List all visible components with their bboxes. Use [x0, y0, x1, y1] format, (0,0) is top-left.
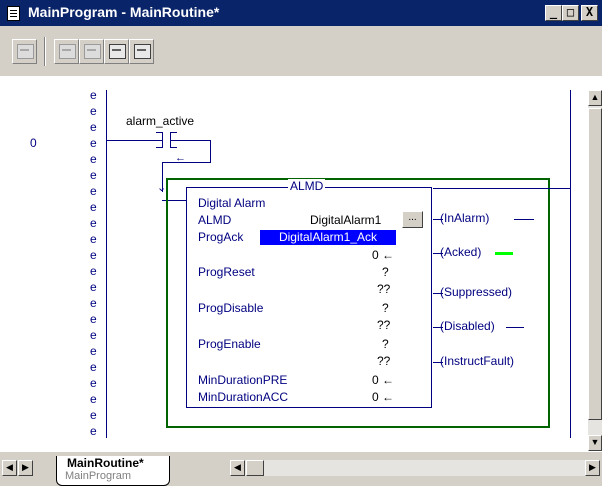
rung-marker: e	[90, 104, 97, 118]
branch-level-button[interactable]	[79, 39, 104, 64]
xio-button[interactable]	[129, 39, 154, 64]
branch-button[interactable]	[54, 39, 79, 64]
rung-marker: e	[90, 184, 97, 198]
hscroll-thumb[interactable]	[246, 460, 264, 476]
tab-scroll-left-icon[interactable]: ◀	[2, 460, 17, 476]
window-title: MainProgram - MainRoutine*	[28, 4, 220, 20]
rung-marker: e	[90, 424, 97, 438]
right-power-rail	[570, 90, 571, 438]
output-wire	[506, 327, 524, 328]
xic-contact[interactable]	[162, 132, 163, 148]
insertion-arrow-icon: ←	[175, 152, 186, 164]
rung-marker: e	[90, 264, 97, 278]
rung-marker: e	[90, 168, 97, 182]
scroll-thumb[interactable]	[588, 108, 602, 420]
rung-marker: e	[90, 152, 97, 166]
rung-marker: e	[90, 88, 97, 102]
ladder-editor[interactable]: ← ⌄ e e e e e e e e e e e e e e e e e e …	[14, 88, 588, 438]
rung-marker: e	[90, 408, 97, 422]
rung-button[interactable]	[12, 39, 37, 64]
left-power-rail	[106, 90, 107, 438]
row-value: 0 ←	[372, 248, 395, 262]
output-suppressed[interactable]: (Suppressed)	[440, 285, 512, 299]
row-label: ProgEnable	[198, 337, 261, 351]
rung-marker: e	[90, 232, 97, 246]
tab-routine-name: MainRoutine*	[67, 456, 144, 470]
scroll-up-icon[interactable]: ▲	[588, 90, 602, 106]
contact-top-left	[156, 132, 163, 133]
output-inalarm[interactable]: (InAlarm)	[440, 211, 489, 225]
browse-button[interactable]: ...	[402, 211, 423, 228]
block-description: Digital Alarm	[198, 196, 266, 210]
row-label: ProgReset	[198, 265, 255, 279]
output-acked[interactable]: (Acked)	[440, 245, 481, 259]
energized-wire	[495, 252, 513, 255]
row-label: ProgDisable	[198, 301, 264, 315]
rung-marker: e	[90, 296, 97, 310]
scroll-right-icon[interactable]: ▶	[585, 460, 600, 476]
rung-wire	[106, 140, 162, 141]
row-value[interactable]: 0 ←	[372, 373, 394, 387]
rung-marker: e	[90, 248, 97, 262]
rung-wire	[171, 140, 211, 141]
output-disabled[interactable]: (Disabled)	[440, 319, 495, 333]
rung-marker: e	[90, 200, 97, 214]
xic-button[interactable]	[104, 39, 129, 64]
rung-marker: e	[90, 376, 97, 390]
output-instructfault[interactable]: (InstructFault)	[440, 354, 514, 368]
scroll-down-icon[interactable]: ▼	[588, 435, 602, 451]
window-title-bar[interactable]: MainProgram - MainRoutine* _ □ X	[0, 0, 602, 26]
rung-wire	[210, 140, 211, 163]
contact-bottom-right	[170, 147, 177, 148]
rung-marker: e	[90, 344, 97, 358]
contact-bottom-left	[156, 147, 163, 148]
row-value: ??	[377, 318, 391, 332]
rung-marker: e	[90, 312, 97, 326]
output-wire	[433, 188, 571, 189]
close-button[interactable]: X	[581, 5, 598, 21]
rung-marker: e	[90, 136, 97, 150]
minimize-button[interactable]: _	[545, 5, 562, 21]
horizontal-scrollbar[interactable]: ◀ ▶	[230, 460, 600, 476]
rung-marker: e	[90, 360, 97, 374]
row-label: MinDurationACC	[198, 390, 289, 404]
row-label: ProgAck	[198, 230, 244, 244]
output-wire	[514, 219, 534, 220]
tab-scroll-right-icon[interactable]: ▶	[18, 460, 33, 476]
alarm-tag-value[interactable]: DigitalAlarm1	[310, 213, 381, 227]
contact-tag-name[interactable]: alarm_active	[126, 114, 194, 128]
ladder-toolbar	[0, 26, 602, 76]
rung-marker: e	[90, 392, 97, 406]
rung-wire	[162, 162, 211, 163]
contact-top-right	[170, 132, 177, 133]
rung-number: 0	[30, 136, 37, 150]
row-value: ??	[377, 282, 391, 296]
rung-marker: e	[90, 120, 97, 134]
rung-marker: e	[90, 216, 97, 230]
row-value[interactable]: ?	[382, 301, 389, 315]
rung-marker: e	[90, 328, 97, 342]
scroll-left-icon[interactable]: ◀	[230, 460, 245, 476]
tab-program-name: MainProgram	[65, 470, 132, 482]
routine-tab-bar: ◀ ▶ MainRoutine* MainProgram ◀ ▶	[0, 452, 602, 486]
prog-ack-tag-selected[interactable]: DigitalAlarm1_Ack	[260, 230, 396, 245]
row-value[interactable]: 0 ←	[372, 390, 394, 404]
document-icon	[7, 6, 20, 21]
row-value[interactable]: ?	[382, 265, 389, 279]
branch-down-icon: ⌄	[157, 182, 167, 194]
toolbar-separator	[44, 37, 46, 66]
row-label: MinDurationPRE	[198, 373, 288, 387]
row-label: ALMD	[198, 213, 232, 227]
vertical-scrollbar[interactable]: ▲ ▼	[588, 90, 602, 451]
row-value: ??	[377, 354, 391, 368]
tab-mainroutine[interactable]: MainRoutine* MainProgram	[56, 456, 170, 486]
maximize-button[interactable]: □	[562, 5, 579, 21]
row-value[interactable]: ?	[382, 337, 389, 351]
rung-marker: e	[90, 280, 97, 294]
block-title: ALMD	[288, 179, 326, 193]
